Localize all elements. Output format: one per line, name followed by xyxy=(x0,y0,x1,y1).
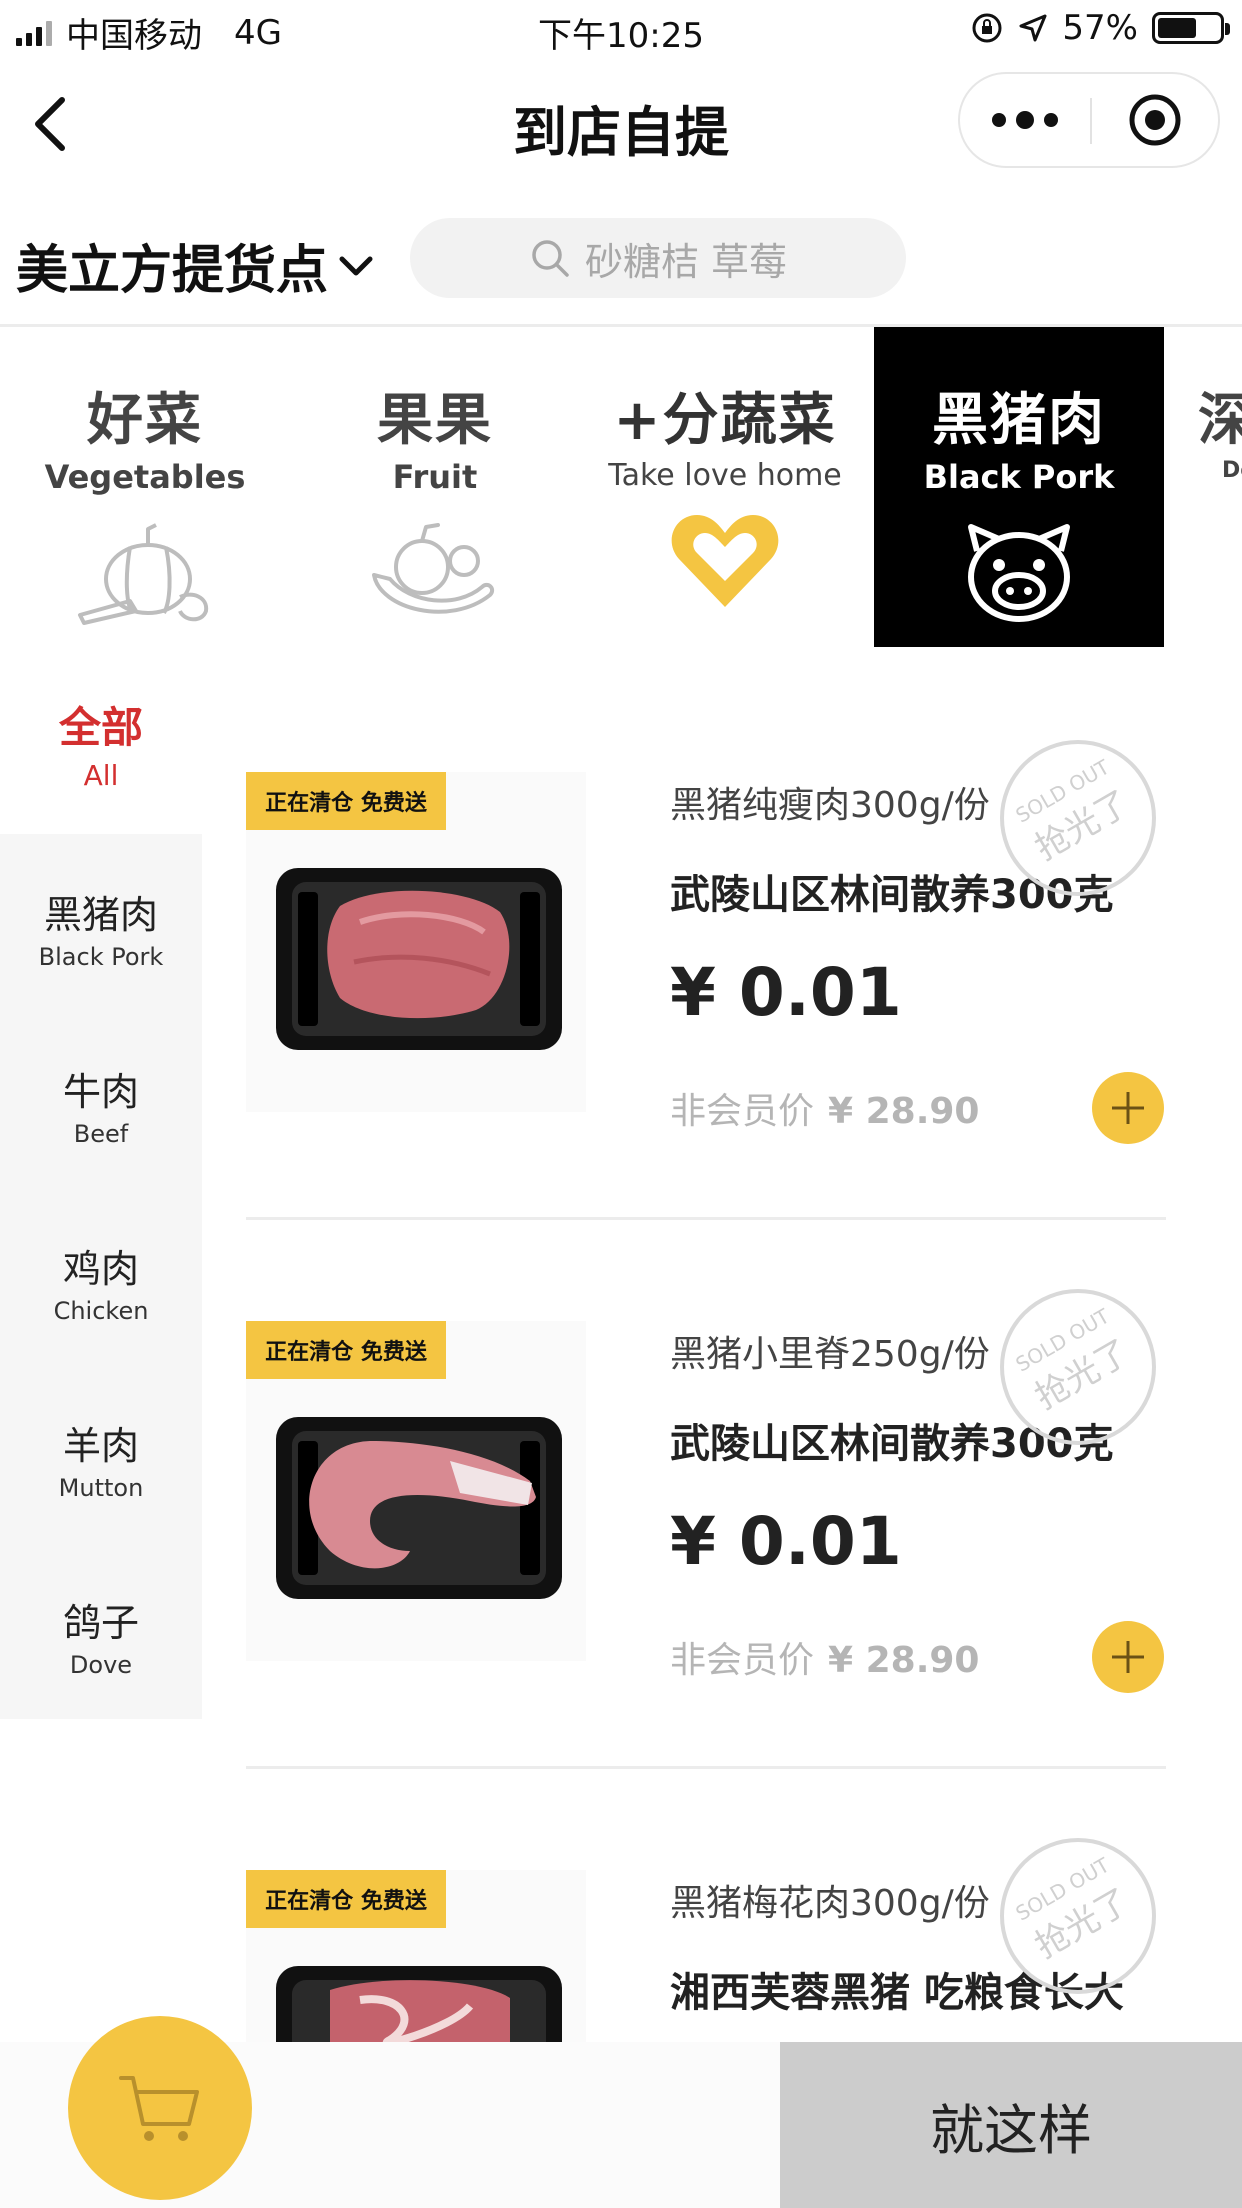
category-en: Take love home xyxy=(608,458,842,493)
category-cn: 黑猪肉 xyxy=(932,388,1106,453)
sidebar-item-beef[interactable]: 牛肉 Beef xyxy=(0,1011,202,1188)
more-button[interactable] xyxy=(960,74,1090,166)
sidebar-item-sublabel: Black Pork xyxy=(38,943,164,971)
chevron-down-icon xyxy=(339,256,373,275)
non-member-price-value: ¥ 28.90 xyxy=(828,1091,980,1132)
sidebar-item-label: 全部 xyxy=(58,703,143,752)
clearance-badge: 正在清仓 免费送 xyxy=(246,772,446,830)
sidebar-item-label: 鸡肉 xyxy=(62,1247,139,1291)
product-spec: 黑猪小里脊250g/份 xyxy=(670,1334,990,1375)
sidebar-item-label: 鸽子 xyxy=(62,1601,139,1645)
category-cn: +分蔬菜 xyxy=(613,388,837,453)
sidebar-item-sublabel: Beef xyxy=(73,1120,129,1148)
cart-icon xyxy=(119,2076,199,2141)
category-strip[interactable]: 好菜 Vegetables 果果 Fruit +分蔬菜 Take love ho… xyxy=(0,327,1242,647)
store-selector[interactable]: 美立方提货点 xyxy=(16,228,376,303)
fruit-icon xyxy=(372,523,495,614)
sidebar-item-mutton[interactable]: 羊肉 Mutton xyxy=(0,1365,202,1542)
sidebar-item-all[interactable]: 全部 All xyxy=(0,672,202,834)
search-placeholder: 砂糖桔 草莓 xyxy=(584,239,788,284)
sidebar-list: 黑猪肉 Black Pork 牛肉 Beef 鸡肉 Chicken 羊肉 Mut… xyxy=(0,834,202,1719)
product-divider xyxy=(246,1217,1166,1220)
meat-tray-image xyxy=(276,1966,562,2042)
sidebar-item-label: 牛肉 xyxy=(62,1070,139,1114)
battery-percent: 57% xyxy=(1062,8,1138,48)
non-member-price: 非会员价 ¥ 28.90 xyxy=(670,1082,979,1134)
sidebar-item-chicken[interactable]: 鸡肉 Chicken xyxy=(0,1188,202,1365)
nav-bar: 到店自提 xyxy=(0,62,1242,182)
product-spec: 黑猪纯瘦肉300g/份 xyxy=(670,785,990,826)
add-to-cart-button[interactable] xyxy=(1092,1621,1164,1693)
category-cn: 深 xyxy=(1198,388,1242,453)
pig-icon xyxy=(968,524,1070,622)
category-tile-fruit[interactable]: 果果 Fruit xyxy=(290,327,580,647)
product-spec: 黑猪梅花肉300g/份 xyxy=(670,1883,990,1924)
category-en: De xyxy=(1222,458,1242,483)
meat-tray-image xyxy=(276,868,562,1050)
non-member-price: 非会员价 ¥ 28.90 xyxy=(670,1631,979,1683)
cart-button[interactable] xyxy=(68,2016,252,2200)
category-tile-partial[interactable]: 深 De xyxy=(1164,327,1242,647)
category-sidebar: 全部 All 黑猪肉 Black Pork 牛肉 Beef 鸡肉 Chicken… xyxy=(0,672,202,1719)
category-tile-black-pork[interactable]: 黑猪肉 Black Pork xyxy=(874,327,1164,647)
category-en: Vegetables xyxy=(44,458,246,496)
battery-icon xyxy=(1152,12,1230,44)
sidebar-item-label: 黑猪肉 xyxy=(43,893,158,937)
sidebar-item-sublabel: All xyxy=(83,759,119,792)
pumpkin-icon xyxy=(78,523,209,625)
sold-out-stamp: SOLD OUT 抢光了 xyxy=(1000,740,1156,896)
checkout-button[interactable]: 就这样 xyxy=(780,2042,1242,2208)
product-card[interactable]: 正在清仓 免费送 黑猪梅花肉300g/份 湘西芙蓉黑猪 吃粮食长大 SOLD O… xyxy=(246,1770,1166,2042)
dot-icon xyxy=(1044,113,1058,127)
dot-icon xyxy=(992,113,1006,127)
plus-icon xyxy=(1112,1092,1144,1124)
close-miniprogram-button[interactable] xyxy=(1092,74,1218,166)
sidebar-item-sublabel: Chicken xyxy=(53,1297,149,1325)
non-member-price-label: 非会员价 xyxy=(670,1640,815,1681)
category-en: Fruit xyxy=(392,458,478,496)
category-cn: 果果 xyxy=(377,388,493,453)
sold-out-stamp: SOLD OUT 抢光了 xyxy=(1000,1289,1156,1445)
target-close-icon xyxy=(1129,94,1181,146)
plus-icon xyxy=(1112,1641,1144,1673)
meat-tray-image xyxy=(276,1417,562,1599)
sidebar-item-sublabel: Dove xyxy=(69,1651,133,1679)
sidebar-item-black-pork[interactable]: 黑猪肉 Black Pork xyxy=(0,834,202,1011)
product-price: ¥ 0.01 xyxy=(670,1503,902,1580)
status-right: 57% xyxy=(970,8,1230,48)
product-divider xyxy=(246,1766,1166,1769)
search-icon xyxy=(532,240,569,277)
store-name: 美立方提货点 xyxy=(16,241,329,301)
miniprogram-capsule xyxy=(958,72,1220,168)
product-price: ¥ 0.01 xyxy=(670,954,902,1031)
non-member-price-value: ¥ 28.90 xyxy=(828,1640,980,1681)
category-tile-take-love-home[interactable]: +分蔬菜 Take love home xyxy=(580,327,870,647)
search-input[interactable]: 砂糖桔 草莓 xyxy=(410,218,906,298)
category-cn: 好菜 xyxy=(87,388,203,453)
clearance-badge: 正在清仓 免费送 xyxy=(246,1870,446,1928)
sidebar-item-sublabel: Mutton xyxy=(58,1474,144,1502)
non-member-price-label: 非会员价 xyxy=(670,1091,815,1132)
dot-icon xyxy=(1016,111,1034,129)
rotation-lock-icon xyxy=(972,13,1002,43)
sidebar-item-dove[interactable]: 鸽子 Dove xyxy=(0,1542,202,1719)
sold-out-stamp: SOLD OUT 抢光了 xyxy=(1000,1838,1156,1994)
category-en: Black Pork xyxy=(923,458,1115,496)
clearance-badge: 正在清仓 免费送 xyxy=(246,1321,446,1379)
product-card[interactable]: 正在清仓 免费送 黑猪小里脊250g/份 武陵山区林间散养300克 ¥ 0.01… xyxy=(246,1221,1166,1769)
add-to-cart-button[interactable] xyxy=(1092,1072,1164,1144)
product-card[interactable]: 正在清仓 免费送 黑猪纯瘦肉300g/份 武陵山区林间散养300克 ¥ 0.01… xyxy=(246,672,1166,1220)
sidebar-item-label: 羊肉 xyxy=(62,1424,139,1468)
category-tile-vegetables[interactable]: 好菜 Vegetables xyxy=(0,327,290,647)
status-bar: 中国移动 4G 下午10:25 57% xyxy=(0,0,1242,62)
location-icon xyxy=(1019,14,1047,42)
heart-icon xyxy=(671,515,779,607)
